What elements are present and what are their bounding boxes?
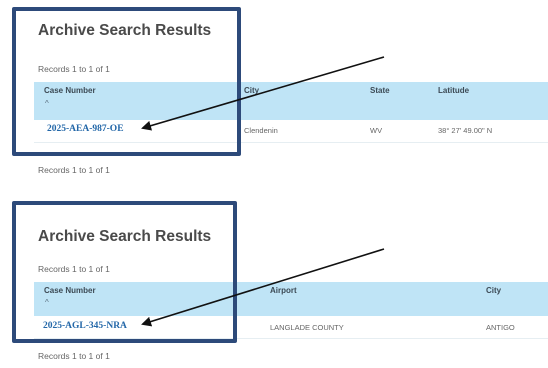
arrow-2	[141, 248, 385, 327]
annotation-arrows	[141, 56, 385, 327]
arrow-1	[141, 56, 385, 131]
